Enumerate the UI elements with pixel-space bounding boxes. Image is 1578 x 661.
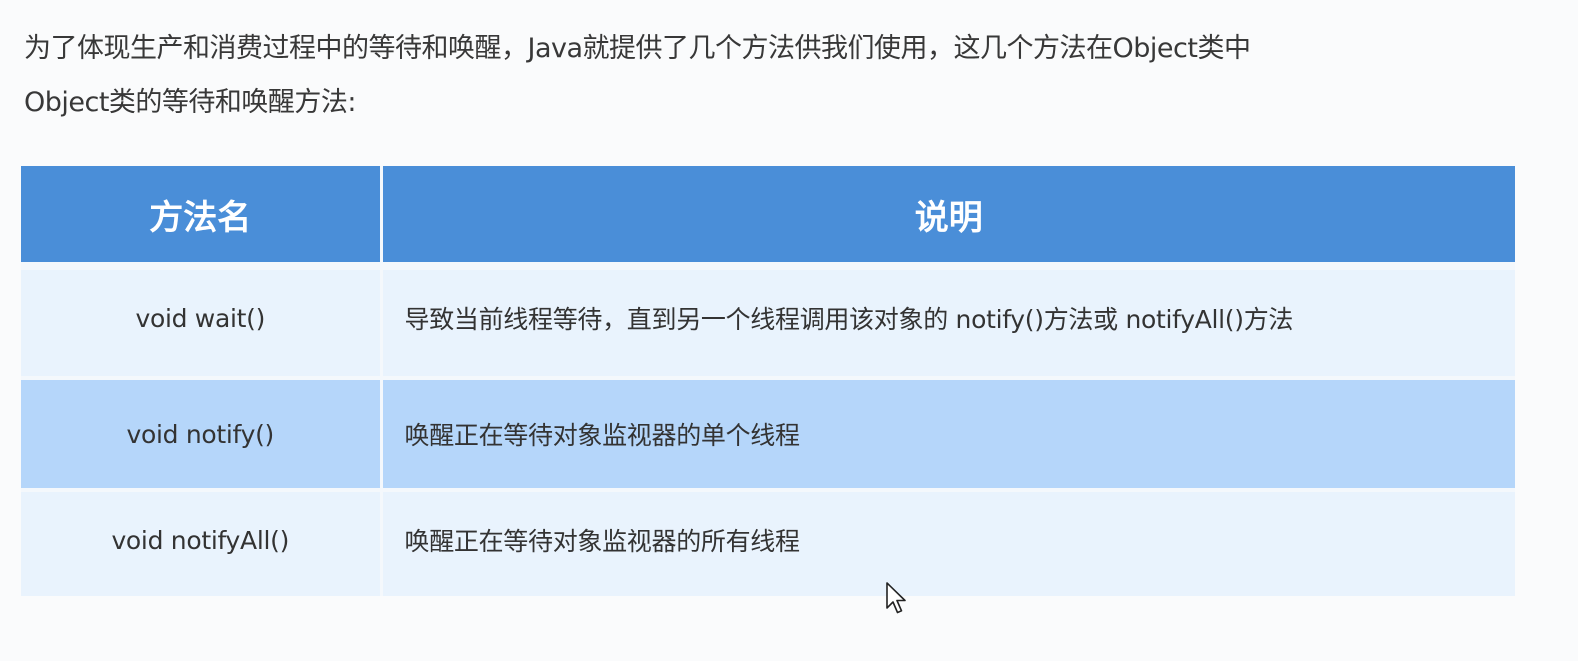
- table-row: void notify() 唤醒正在等待对象监视器的单个线程: [21, 378, 1515, 492]
- method-description-cell: 唤醒正在等待对象监视器的单个线程: [381, 378, 1515, 492]
- mouse-pointer-icon: [886, 582, 906, 614]
- method-name-cell: void notify(): [21, 378, 383, 492]
- method-name-cell: void wait(): [21, 266, 383, 380]
- method-description-cell: 导致当前线程等待，直到另一个线程调用该对象的 notify()方法或 notif…: [381, 266, 1515, 380]
- method-description: 导致当前线程等待，直到另一个线程调用该对象的 notify()方法或 notif…: [404, 305, 1294, 334]
- intro-text: 为了体现生产和消费过程中的等待和唤醒，Java就提供了几个方法供我们使用，这几个…: [24, 22, 1524, 130]
- method-name-cell: void notifyAll(): [21, 490, 383, 596]
- header-method-name: 方法名: [21, 166, 383, 270]
- intro-line-1: 为了体现生产和消费过程中的等待和唤醒，Java就提供了几个方法供我们使用，这几个…: [24, 33, 1251, 64]
- method-description: 唤醒正在等待对象监视器的所有线程: [404, 527, 801, 556]
- method-description: 唤醒正在等待对象监视器的单个线程: [404, 421, 801, 450]
- table-header-row: 方法名 说明: [21, 166, 1515, 270]
- table-row: void notifyAll() 唤醒正在等待对象监视器的所有线程: [21, 490, 1515, 596]
- table-row: void wait() 导致当前线程等待，直到另一个线程调用该对象的 notif…: [21, 266, 1515, 380]
- method-description-cell: 唤醒正在等待对象监视器的所有线程: [381, 490, 1515, 596]
- method-name: void wait(): [135, 303, 266, 333]
- method-name: void notifyAll(): [111, 525, 290, 555]
- header-description: 说明: [381, 166, 1515, 270]
- method-name: void notify(): [126, 419, 274, 449]
- methods-table: 方法名 说明 void wait() 导致当前线程等待，直到另一个线程调用该对象…: [21, 166, 1515, 596]
- intro-line-2: Object类的等待和唤醒方法:: [24, 87, 357, 118]
